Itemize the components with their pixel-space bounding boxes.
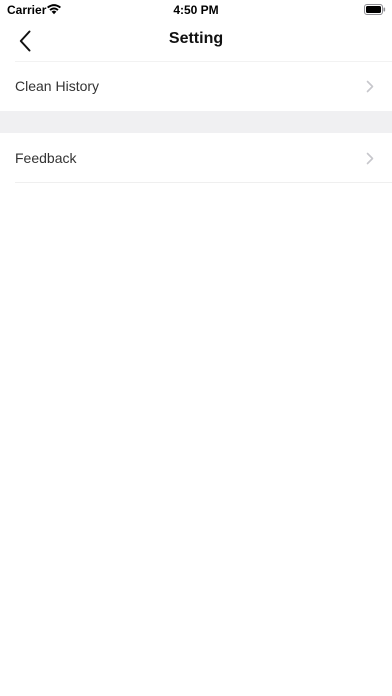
navigation-bar: Setting [0, 20, 392, 60]
chevron-right-icon [366, 152, 374, 165]
settings-screen: Carrier 4:50 PM Setting Clean History Fe… [0, 0, 392, 696]
battery-icon [364, 4, 386, 15]
feedback-row[interactable]: Feedback [0, 133, 392, 183]
page-title: Setting [168, 30, 224, 47]
status-bar: Carrier 4:50 PM [0, 0, 392, 20]
status-time: 4:50 PM [173, 3, 219, 17]
section-separator [0, 111, 392, 133]
clean-history-label: Clean History [15, 78, 100, 94]
feedback-label: Feedback [15, 150, 77, 166]
chevron-right-icon [366, 80, 374, 93]
settings-list: Clean History Feedback [0, 61, 392, 183]
row-divider-top [15, 61, 392, 62]
row-divider [15, 182, 392, 183]
clean-history-row[interactable]: Clean History [0, 61, 392, 111]
